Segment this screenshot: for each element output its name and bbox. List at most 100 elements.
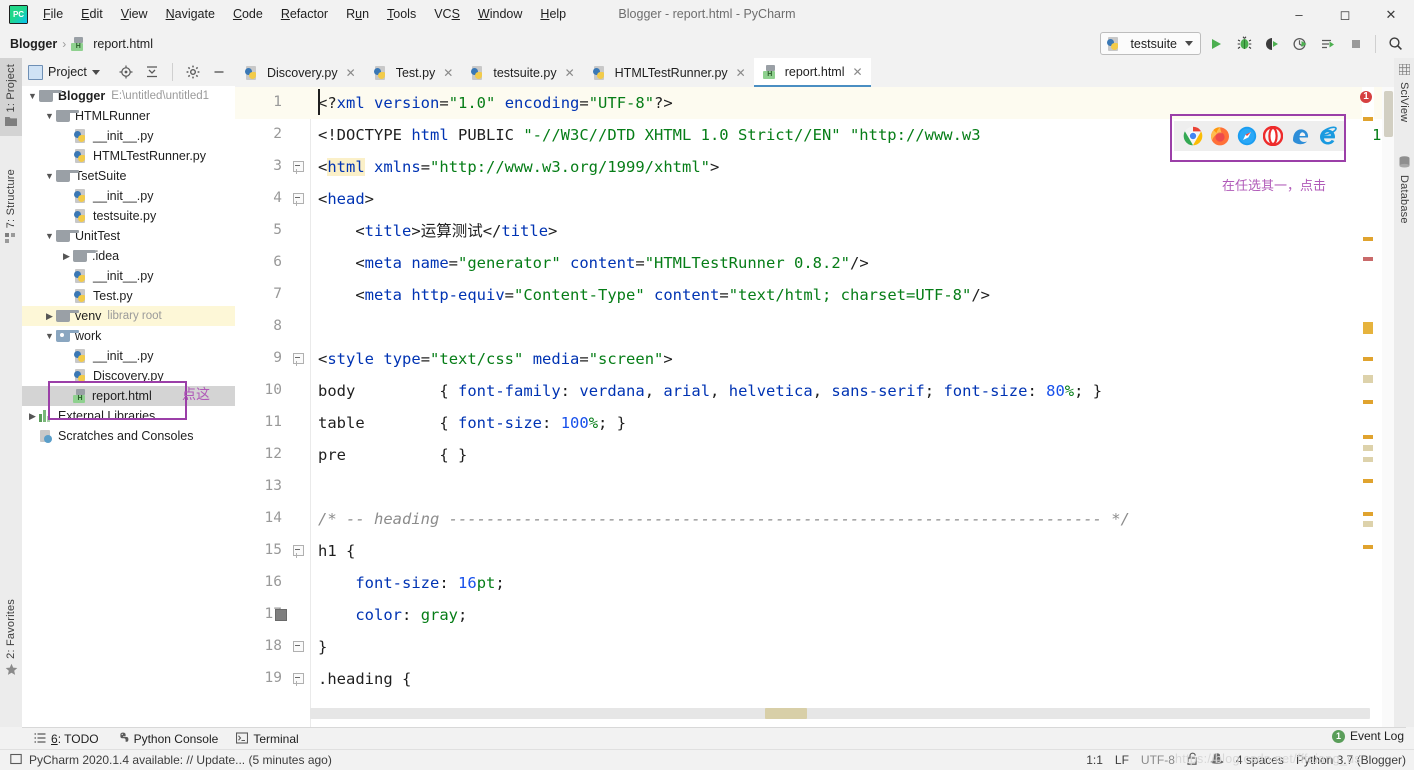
tree-item[interactable]: __init__.py (22, 186, 235, 206)
editor-tab-discovery-py[interactable]: Discovery.py ✕ (235, 58, 364, 87)
code-fold-toggle[interactable] (292, 352, 304, 366)
editor-vertical-scrollbar[interactable] (1382, 87, 1394, 727)
file-encoding[interactable]: UTF-8 (1141, 753, 1175, 767)
indent-setting[interactable]: 4 spaces (1236, 753, 1284, 767)
breadcrumb-project[interactable]: Blogger (10, 37, 57, 51)
code-fold-toggle[interactable] (292, 192, 304, 206)
editor-horizontal-scrollbar[interactable] (310, 708, 1370, 719)
code-fold-toggle[interactable] (292, 672, 304, 686)
profile-button[interactable] (1287, 31, 1313, 57)
tree-item[interactable]: HTMLTestRunner.py (22, 146, 235, 166)
close-icon[interactable]: ✕ (443, 66, 453, 80)
chevron-down-icon[interactable]: ▼ (43, 231, 56, 241)
tree-item[interactable]: ▼ TsetSuite (22, 166, 235, 186)
scrollbar-thumb-vertical[interactable] (1384, 91, 1393, 137)
editor-tab-htmltestrunner-py[interactable]: HTMLTestRunner.py ✕ (582, 58, 754, 87)
code-fold-toggle[interactable] (292, 544, 304, 558)
hector-hat-icon[interactable] (1210, 752, 1224, 768)
menu-item-code[interactable]: Code (224, 0, 272, 29)
close-icon[interactable]: ✕ (736, 66, 746, 80)
tree-item[interactable]: ▶ .idea (22, 246, 235, 266)
title-bar: PC Blogger - report.html - PyCharm File … (0, 0, 1414, 30)
code-fold-toggle[interactable] (292, 160, 304, 174)
menu-item-file[interactable]: File (34, 0, 72, 29)
search-everywhere-button[interactable] (1382, 31, 1408, 57)
rail-tab-structure[interactable]: 7: Structure (0, 163, 22, 252)
code-line-10: body { font-family: verdana, arial, helv… (318, 382, 1103, 400)
minimize-icon[interactable]: – (1276, 0, 1322, 29)
unlocked-icon[interactable] (1187, 752, 1198, 768)
run-tests-button[interactable] (1315, 31, 1341, 57)
run-with-coverage-button[interactable] (1259, 31, 1285, 57)
project-panel-title-group[interactable]: Project (28, 64, 100, 80)
maximize-icon[interactable]: ◻ (1322, 0, 1368, 29)
menu-item-window[interactable]: Window (469, 0, 531, 29)
menu-item-navigate[interactable]: Navigate (157, 0, 224, 29)
tree-item[interactable]: __init__.py (22, 266, 235, 286)
tree-item[interactable]: __init__.py (22, 346, 235, 366)
stop-button[interactable] (1343, 31, 1369, 57)
menu-item-help[interactable]: Help (531, 0, 575, 29)
bottom-tab-terminal[interactable]: Terminal (236, 731, 299, 747)
scroll-from-source-button[interactable] (116, 62, 136, 82)
gear-icon[interactable] (183, 62, 203, 82)
menu-item-edit[interactable]: Edit (72, 0, 112, 29)
menu-item-vcs[interactable]: VCS (425, 0, 469, 29)
tree-item[interactable]: ▼ UnitTest (22, 226, 235, 246)
tree-item[interactable]: ▼ HTMLRunner (22, 106, 235, 126)
tree-item[interactable]: Scratches and Consoles (22, 426, 235, 446)
menu-item-refactor[interactable]: Refactor (272, 0, 337, 29)
chevron-down-icon[interactable]: ▼ (26, 91, 39, 101)
chevron-right-icon[interactable]: ▶ (26, 411, 39, 422)
editor-tab-testsuite-py[interactable]: testsuite.py ✕ (461, 58, 583, 87)
editor-tab-report-html[interactable]: Hreport.html ✕ (753, 58, 871, 87)
bottom-tab-python-console[interactable]: Python Console (117, 732, 218, 747)
update-balloon-icon (10, 753, 22, 768)
line-number: 19 (264, 670, 282, 686)
chevron-down-icon[interactable]: ▼ (43, 171, 56, 181)
close-icon[interactable]: ✕ (346, 66, 356, 80)
close-icon[interactable]: ✕ (852, 65, 862, 79)
menu-item-run[interactable]: Run (337, 0, 378, 29)
run-button[interactable] (1203, 31, 1229, 57)
collapse-all-button[interactable] (142, 62, 162, 82)
code-line-12: pre { } (318, 446, 468, 464)
debug-button[interactable] (1231, 31, 1257, 57)
hide-panel-button[interactable] (209, 62, 229, 82)
close-icon[interactable]: ✕ (1368, 0, 1414, 29)
chevron-right-icon[interactable]: ▶ (60, 251, 73, 262)
css-color-preview[interactable] (275, 609, 287, 621)
rail-tab-database[interactable]: Database (1394, 150, 1414, 230)
tree-item[interactable]: ▶ venv library root (22, 306, 235, 326)
tree-item[interactable]: Test.py (22, 286, 235, 306)
tree-item[interactable]: ▼ Blogger E:\untitled\untitled1 (22, 86, 235, 106)
event-log-button[interactable]: 1 Event Log (1331, 729, 1404, 743)
menu-item-view[interactable]: View (112, 0, 157, 29)
code-fold-toggle[interactable] (292, 640, 304, 652)
menu-item-tools[interactable]: Tools (378, 0, 425, 29)
editor-tab-test-py[interactable]: Test.py ✕ (363, 58, 462, 87)
run-configuration-selector[interactable]: testsuite (1100, 32, 1201, 55)
line-separator[interactable]: LF (1115, 753, 1129, 767)
chevron-right-icon[interactable]: ▶ (43, 311, 56, 322)
caret-position[interactable]: 1:1 (1086, 753, 1103, 767)
tree-item[interactable]: testsuite.py (22, 206, 235, 226)
bottom-tab-todo[interactable]: 6: TODO (34, 732, 99, 747)
tree-item[interactable]: ▼ work (22, 326, 235, 346)
chevron-down-icon[interactable]: ▼ (43, 331, 56, 341)
editor-gutter[interactable]: 1 2 3 4 5 6 7 8 9 10 11 12 13 14 15 16 17 18 19 (235, 87, 311, 727)
error-marker-icon[interactable]: 1 (1360, 91, 1372, 103)
python-file-icon (592, 65, 606, 80)
code-editor[interactable]: 1 2 3 4 5 6 7 8 9 10 11 12 13 14 15 16 17 18 19 <?xml vers… (235, 87, 1394, 727)
close-icon[interactable]: ✕ (565, 66, 575, 80)
python-interpreter[interactable]: Python 3.7 (Blogger) (1296, 753, 1406, 767)
scrollbar-thumb-horizontal[interactable] (765, 708, 807, 719)
rail-tab-project[interactable]: 1: Project (0, 58, 22, 137)
chevron-down-icon[interactable]: ▼ (43, 111, 56, 121)
status-message[interactable]: PyCharm 2020.1.4 available: // Update...… (29, 753, 332, 767)
rail-tab-favorites[interactable]: 2: Favorites (0, 593, 22, 685)
rail-tab-sciview[interactable]: SciView (1394, 58, 1414, 128)
tree-item[interactable]: __init__.py (22, 126, 235, 146)
editor-marker-gutter[interactable]: 1 (1360, 87, 1374, 727)
breadcrumb-file[interactable]: report.html (93, 37, 153, 51)
